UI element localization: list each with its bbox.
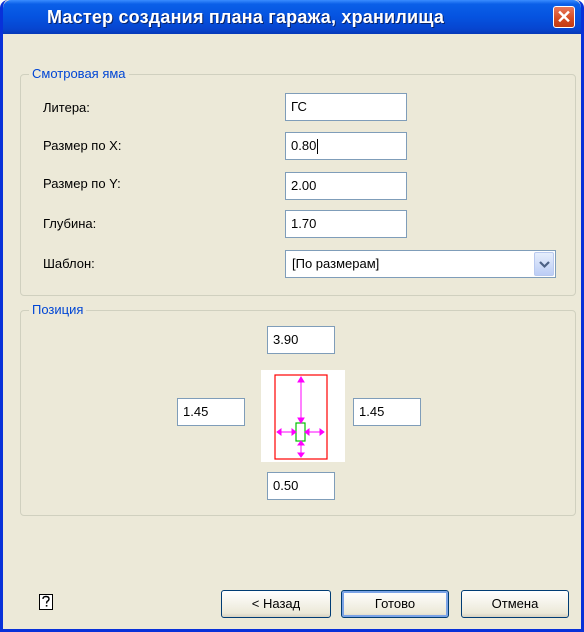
title-bar[interactable]: Мастер создания плана гаража, хранилища …	[3, 0, 581, 34]
litera-label: Литера:	[43, 100, 90, 115]
size-y-input[interactable]: 2.00	[285, 172, 407, 200]
cancel-button[interactable]: Отмена	[461, 590, 569, 618]
template-selected-value: [По размерам]	[292, 256, 380, 271]
position-left-input[interactable]: 1.45	[177, 398, 245, 426]
chevron-down-icon	[539, 261, 550, 269]
size-y-label: Размер по Y:	[43, 176, 121, 191]
position-diagram	[274, 374, 328, 460]
text-cursor	[317, 139, 319, 155]
position-bottom-input[interactable]: 0.50	[267, 472, 335, 500]
position-top-input[interactable]: 3.90	[267, 326, 335, 354]
template-label: Шаблон:	[43, 256, 95, 271]
wizard-window: Мастер создания плана гаража, хранилища …	[0, 0, 584, 632]
back-button[interactable]: < Назад	[221, 590, 331, 618]
window-title: Мастер создания плана гаража, хранилища	[47, 7, 445, 27]
close-icon: ✕	[556, 7, 572, 27]
position-right-input[interactable]: 1.45	[353, 398, 421, 426]
help-icon[interactable]	[39, 594, 53, 610]
size-x-label: Размер по X:	[43, 138, 122, 153]
dimension-arrows	[276, 376, 325, 458]
size-x-input[interactable]: 0.80	[285, 132, 407, 160]
dropdown-button[interactable]	[534, 252, 554, 276]
litera-input[interactable]: ГС	[285, 93, 407, 121]
close-button[interactable]: ✕	[553, 6, 575, 28]
template-select[interactable]: [По размерам]	[285, 250, 556, 278]
pit-group-label: Смотровая яма	[29, 66, 129, 82]
depth-label: Глубина:	[43, 216, 97, 231]
pit-rect	[295, 422, 306, 442]
depth-input[interactable]: 1.70	[285, 210, 407, 238]
position-group-label: Позиция	[29, 302, 87, 318]
position-preview	[261, 370, 345, 462]
dialog-body: Смотровая яма Литера: ГС Размер по X: 0.…	[3, 34, 581, 629]
finish-button[interactable]: Готово	[341, 590, 449, 618]
